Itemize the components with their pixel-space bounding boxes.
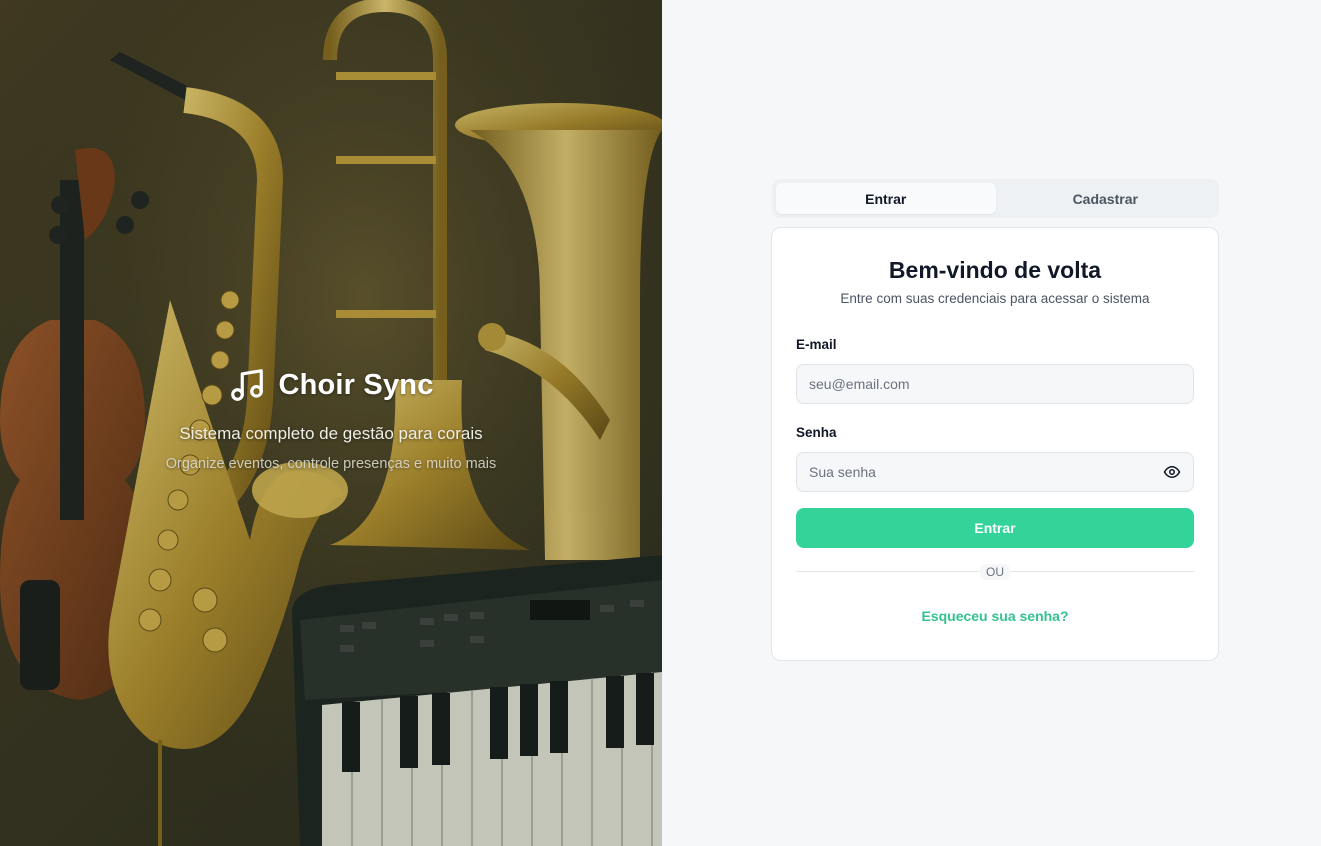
login-card: Bem-vindo de volta Entre com suas creden… [771, 227, 1219, 661]
hero-subtagline: Organize eventos, controle presenças e m… [165, 456, 497, 472]
login-title: Bem-vindo de volta [888, 257, 1102, 283]
tab-entrar[interactable]: Entrar [776, 183, 996, 214]
hero-panel: Choir Sync Sistema completo de gestão pa… [0, 0, 662, 846]
music-note-icon [231, 369, 264, 401]
eye-icon[interactable] [1163, 463, 1181, 481]
login-submit-button[interactable]: Entrar [796, 508, 1194, 548]
email-field [796, 364, 1194, 404]
email-label: E-mail [796, 337, 837, 352]
tab-cadastrar[interactable]: Cadastrar [996, 183, 1216, 214]
brand-title: Choir Sync [278, 368, 434, 401]
password-input[interactable] [809, 464, 1163, 480]
password-field [796, 452, 1194, 492]
divider-text: OU [980, 564, 1010, 580]
email-input[interactable] [809, 376, 1181, 392]
login-subtitle: Entre com suas credenciais para acessar … [840, 291, 1150, 306]
auth-tabs: Entrar Cadastrar [772, 179, 1219, 218]
brand: Choir Sync [0, 366, 662, 404]
password-label: Senha [796, 425, 837, 440]
forgot-password-link[interactable]: Esqueceu sua senha? [772, 608, 1218, 624]
hero-overlay [0, 0, 662, 846]
hero-tagline: Sistema completo de gestão para corais [179, 424, 483, 443]
